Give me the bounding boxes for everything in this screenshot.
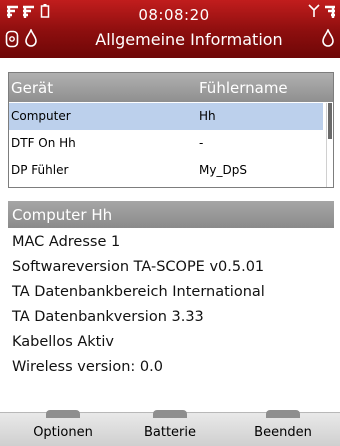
device-table: Gerät Fühlername Computer Hh DTF On Hh -…	[8, 72, 334, 188]
clock: 08:08:20	[138, 6, 210, 24]
table-row[interactable]: DTF On Hh -	[9, 130, 323, 157]
row-sensor: Hh	[199, 109, 216, 123]
column-header-device[interactable]: Gerät	[11, 79, 53, 97]
title-bar: 08:08:20 Allgemeine Information	[0, 0, 340, 58]
details-line: TA Datenbankbereich International	[12, 284, 265, 300]
details-line: Kabellos Aktiv	[12, 334, 114, 350]
details-line: Wireless version: 0.0	[12, 359, 163, 375]
details-line: Softwareversion TA-SCOPE v0.5.01	[12, 259, 265, 275]
softkey-tab	[266, 410, 300, 418]
options-label: Optionen	[33, 425, 93, 440]
details-header: Computer Hh	[8, 201, 334, 228]
battery-button[interactable]: Batterie	[130, 410, 210, 446]
table-row[interactable]: Computer Hh	[9, 103, 323, 130]
table-header: Gerät Fühlername	[9, 73, 333, 102]
device-screen: 08:08:20 Allgemeine Information Gerät Fü…	[0, 0, 340, 446]
page-title: Allgemeine Information	[95, 30, 283, 49]
table-row[interactable]: DP Fühler My_DpS	[9, 157, 323, 184]
column-header-sensor[interactable]: Fühlername	[199, 79, 288, 97]
softkey-tab	[153, 410, 187, 418]
exit-label: Beenden	[254, 425, 312, 440]
table-scrollbar[interactable]	[326, 103, 332, 187]
row-device: Computer	[11, 109, 71, 123]
row-sensor: -	[199, 136, 204, 150]
row-device: DP Fühler	[11, 163, 69, 177]
details-line: TA Datenbankversion 3.33	[12, 309, 204, 325]
row-device: DTF On Hh	[11, 136, 76, 150]
row-sensor: My_DpS	[199, 163, 247, 177]
softkey-tab	[46, 410, 80, 418]
options-button[interactable]: Optionen	[18, 410, 108, 446]
softkey-bar: Optionen Batterie Beenden	[0, 410, 340, 446]
details-line: MAC Adresse 1	[12, 234, 121, 250]
battery-label: Batterie	[143, 425, 197, 440]
scrollbar-thumb[interactable]	[328, 103, 332, 139]
exit-button[interactable]: Beenden	[238, 410, 328, 446]
